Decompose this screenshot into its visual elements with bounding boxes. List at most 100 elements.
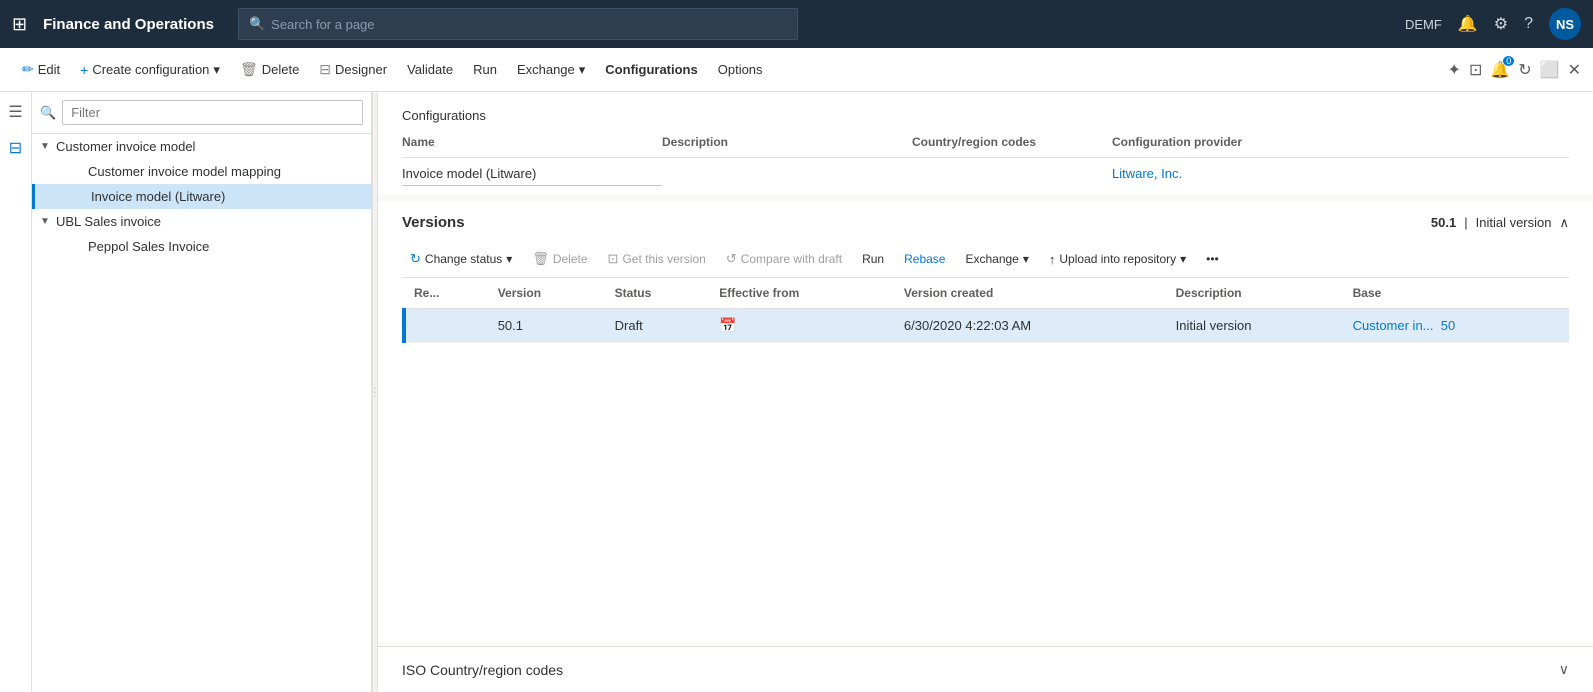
col-version[interactable]: Version	[488, 278, 605, 309]
version-divider: |	[1464, 215, 1467, 230]
upload-icon: ↑	[1049, 252, 1056, 267]
cell-status: Draft	[605, 309, 710, 343]
create-configuration-button[interactable]: + Create configuration ▾	[70, 48, 230, 92]
more-options-button[interactable]: •••	[1198, 248, 1227, 270]
designer-icon: ⊟	[319, 61, 331, 78]
exchange-chevron-icon: ▾	[579, 62, 586, 78]
config-provider-value[interactable]: Litware, Inc.	[1112, 166, 1569, 186]
create-chevron-icon: ▾	[213, 62, 220, 78]
hamburger-icon[interactable]: ☰	[8, 102, 22, 122]
col-status[interactable]: Status	[605, 278, 710, 309]
col-description[interactable]: Description	[1166, 278, 1343, 309]
edit-icon: ✏	[22, 61, 34, 78]
tree-item-label: Customer invoice model	[56, 139, 195, 154]
tree-panel: 🔍 ▼ Customer invoice model Customer invo…	[32, 92, 372, 692]
cell-version: 50.1	[488, 309, 605, 343]
close-icon[interactable]: ✕	[1568, 60, 1581, 80]
versions-run-button[interactable]: Run	[854, 248, 892, 270]
search-icon: 🔍	[249, 16, 265, 32]
col-version-created[interactable]: Version created	[894, 278, 1166, 309]
cell-description: Initial version	[1166, 309, 1343, 343]
change-status-icon: ↻	[410, 251, 421, 267]
plus-icon: +	[80, 62, 88, 78]
iso-section[interactable]: ISO Country/region codes ∨	[378, 646, 1593, 692]
designer-button[interactable]: ⊟ Designer	[309, 48, 397, 92]
upload-into-repository-button[interactable]: ↑ Upload into repository ▾	[1041, 248, 1194, 271]
user-label: DEMF	[1405, 17, 1442, 32]
version-number: 50.1	[1431, 215, 1456, 230]
help-icon[interactable]: ?	[1524, 15, 1533, 33]
base-link[interactable]: Customer in...	[1353, 318, 1434, 333]
search-input[interactable]	[271, 17, 787, 32]
delete-button[interactable]: 🗑 Delete	[230, 48, 309, 92]
settings-icon[interactable]: ⚙	[1494, 14, 1508, 34]
configurations-heading: Configurations	[402, 108, 1569, 123]
content-panel: Configurations Name Description Country/…	[378, 92, 1593, 692]
configurations-header: Configurations Name Description Country/…	[378, 92, 1593, 194]
refresh-icon[interactable]: ↻	[1518, 60, 1531, 80]
filter-input[interactable]	[62, 100, 363, 125]
tree-item-invoice-model-litware[interactable]: Invoice model (Litware)	[32, 184, 371, 209]
fullscreen-icon[interactable]: ⊡	[1469, 60, 1482, 80]
compare-with-draft-button[interactable]: ↺ Compare with draft	[718, 247, 850, 271]
versions-delete-button[interactable]: 🗑 Delete	[524, 247, 595, 271]
change-status-chevron: ▾	[506, 252, 512, 266]
user-avatar[interactable]: NS	[1549, 8, 1581, 40]
top-navigation: ⊞ Finance and Operations 🔍 DEMF 🔔 ⚙ ? NS	[0, 0, 1593, 48]
versions-collapse-icon[interactable]: ∧	[1559, 215, 1569, 231]
configurations-data-row: Invoice model (Litware) Litware, Inc.	[402, 158, 1569, 194]
configurations-button[interactable]: Configurations	[595, 48, 707, 92]
col-base[interactable]: Base	[1343, 278, 1569, 309]
versions-info: 50.1 | Initial version ∧	[1431, 215, 1569, 231]
filter-box: 🔍	[32, 92, 371, 134]
versions-title: Versions	[402, 214, 465, 231]
tree-item-ubl-sales-invoice[interactable]: ▼ UBL Sales invoice	[32, 209, 371, 234]
cell-re	[404, 309, 488, 343]
delete-icon: 🗑	[240, 61, 258, 78]
config-description-value	[662, 166, 912, 186]
grid-icon[interactable]: ⊞	[12, 14, 27, 35]
tree-item-label: UBL Sales invoice	[56, 214, 161, 229]
command-bar: ✏ Edit + Create configuration ▾ 🗑 Delete…	[0, 48, 1593, 92]
tree-item-peppol-sales-invoice[interactable]: Peppol Sales Invoice	[32, 234, 371, 259]
search-bar[interactable]: 🔍	[238, 8, 798, 40]
exchange-button[interactable]: Exchange ▾	[507, 48, 595, 92]
filter-search-icon: 🔍	[40, 105, 56, 121]
get-this-version-button[interactable]: ⊡ Get this version	[600, 247, 714, 271]
edit-button[interactable]: ✏ Edit	[12, 48, 70, 92]
filter-icon[interactable]: ⊟	[9, 138, 22, 158]
expand-icon: ▼	[40, 216, 52, 227]
tree-item-customer-invoice-model[interactable]: ▼ Customer invoice model	[32, 134, 371, 159]
rebase-button[interactable]: Rebase	[896, 248, 953, 270]
col-re: Re...	[404, 278, 488, 309]
tree-item-customer-invoice-model-mapping[interactable]: Customer invoice model mapping	[32, 159, 371, 184]
tree-item-label: Invoice model (Litware)	[91, 189, 225, 204]
open-external-icon[interactable]: ⬜	[1540, 60, 1560, 80]
iso-expand-icon[interactable]: ∨	[1559, 661, 1569, 678]
upload-chevron: ▾	[1180, 252, 1186, 266]
configurations-table-header: Name Description Country/region codes Co…	[402, 135, 1569, 158]
app-title: Finance and Operations	[43, 16, 214, 33]
validate-button[interactable]: Validate	[397, 48, 463, 92]
col-effective-from[interactable]: Effective from	[709, 278, 894, 309]
table-row[interactable]: 50.1 Draft 📅 6/30/2020 4:22:03 AM Initia…	[404, 309, 1569, 343]
cell-base: Customer in... 50	[1343, 309, 1569, 343]
cell-effective-from: 📅	[709, 309, 894, 343]
calendar-icon[interactable]: 📅	[719, 317, 736, 333]
versions-header: Versions 50.1 | Initial version ∧	[402, 214, 1569, 231]
command-bar-right-icons: ✦ ⊡ 🔔0 ↻ ⬜ ✕	[1448, 60, 1581, 80]
options-button[interactable]: Options	[708, 48, 773, 92]
bell-icon[interactable]: 🔔	[1458, 14, 1478, 34]
main-layout: ☰ ⊟ 🔍 ▼ Customer invoice model Customer …	[0, 92, 1593, 692]
base-num[interactable]: 50	[1441, 318, 1455, 333]
change-status-button[interactable]: ↻ Change status ▾	[402, 247, 520, 271]
nav-right: DEMF 🔔 ⚙ ? NS	[1405, 8, 1581, 40]
notification-badge-icon[interactable]: 🔔0	[1490, 60, 1510, 80]
version-label: Initial version	[1476, 215, 1552, 230]
tree-item-label: Customer invoice model mapping	[88, 164, 281, 179]
run-button[interactable]: Run	[463, 48, 507, 92]
versions-section: Versions 50.1 | Initial version ∧ ↻ Chan…	[378, 202, 1593, 642]
versions-table-header-row: Re... Version Status Effective from Vers…	[404, 278, 1569, 309]
versions-exchange-button[interactable]: Exchange ▾	[957, 248, 1036, 270]
customize-icon[interactable]: ✦	[1448, 60, 1461, 80]
